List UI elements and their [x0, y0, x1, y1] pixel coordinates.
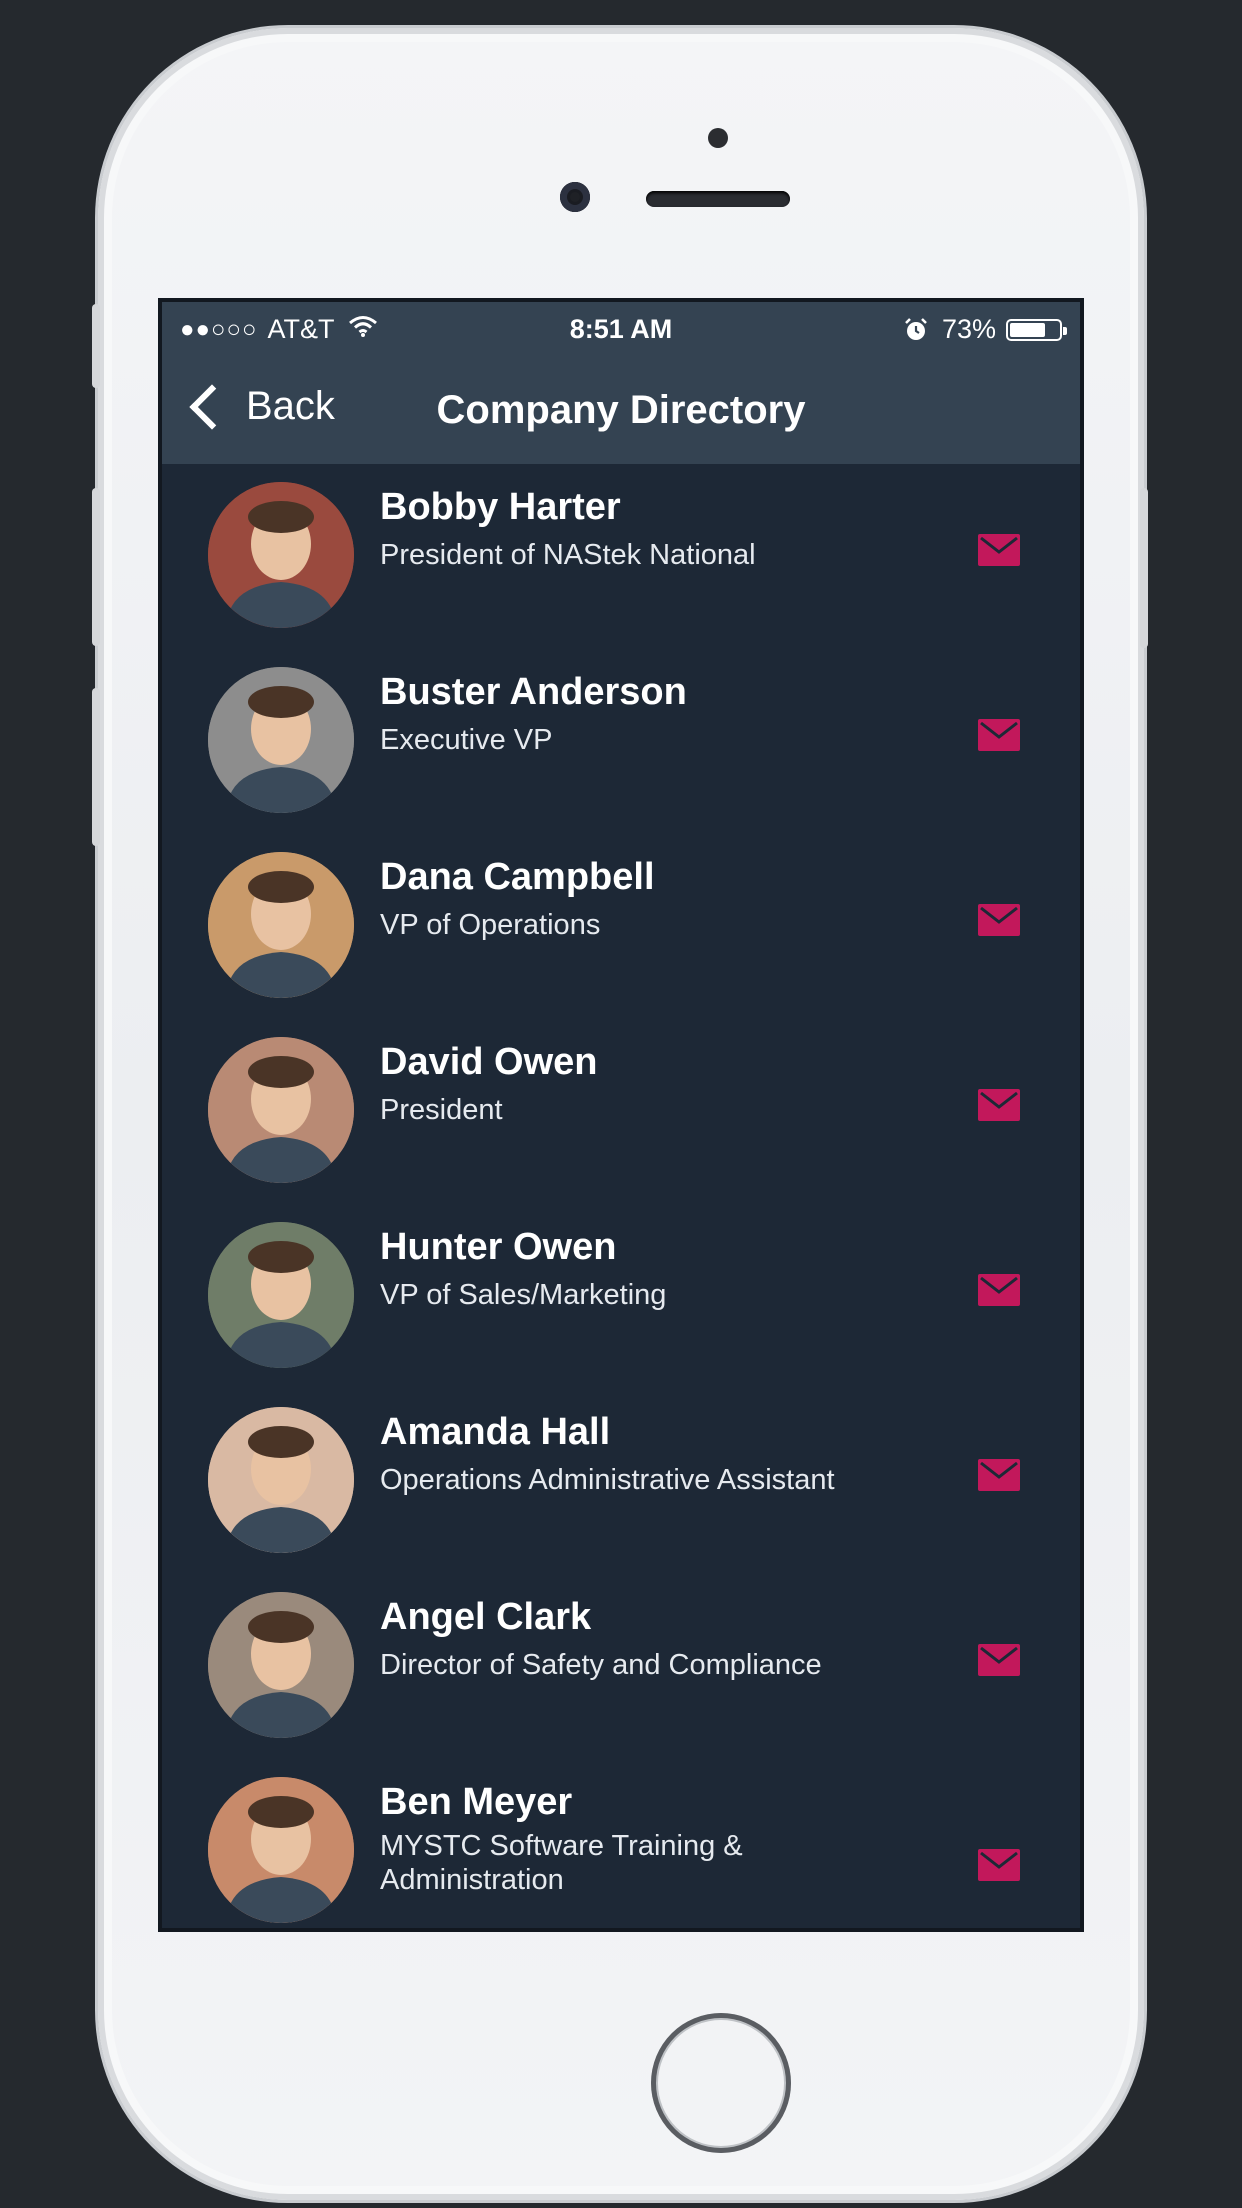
envelope-icon[interactable]: [978, 534, 1020, 566]
envelope-icon[interactable]: [978, 719, 1020, 751]
front-camera: [560, 182, 590, 212]
battery-percent: 73%: [941, 314, 996, 344]
contact-row[interactable]: Hunter Owen VP of Sales/Marketing: [162, 1204, 1080, 1389]
volume-up-button: [92, 488, 100, 646]
contact-title: VP of Operations: [380, 909, 601, 941]
avatar: [208, 1777, 354, 1923]
contact-title: Director of Safety and Compliance: [380, 1649, 822, 1681]
avatar: [208, 667, 354, 813]
avatar: [208, 852, 354, 998]
contact-list: Bobby Harter President of NAStek Nationa…: [162, 464, 1080, 1928]
proximity-sensor: [708, 128, 728, 148]
contact-row[interactable]: Angel Clark Director of Safety and Compl…: [162, 1574, 1080, 1759]
volume-down-button: [92, 688, 100, 846]
contact-row[interactable]: Buster Anderson Executive VP: [162, 649, 1080, 834]
avatar: [208, 482, 354, 628]
avatar: [208, 1222, 354, 1368]
battery-icon: [1006, 318, 1067, 341]
contact-name: Amanda Hall: [380, 1411, 611, 1453]
contact-name: Hunter Owen: [380, 1226, 617, 1268]
status-bar: ●●○○○ AT&T 8:51 AM 73%: [162, 302, 1080, 358]
contact-name: Dana Campbell: [380, 856, 655, 898]
contact-title: VP of Sales/Marketing: [380, 1279, 667, 1311]
avatar: [208, 1407, 354, 1553]
contact-row[interactable]: Bobby Harter President of NAStek Nationa…: [162, 464, 1080, 649]
page-title: Company Directory: [436, 388, 806, 432]
contact-title: President of NAStek National: [380, 539, 756, 571]
contact-name: Angel Clark: [380, 1596, 592, 1638]
contact-row[interactable]: Dana Campbell VP of Operations: [162, 834, 1080, 1019]
earpiece-speaker: [646, 191, 790, 207]
contact-row[interactable]: Amanda Hall Operations Administrative As…: [162, 1389, 1080, 1574]
contact-name: Ben Meyer: [380, 1781, 573, 1823]
contact-title: President: [380, 1094, 503, 1126]
avatar: [208, 1592, 354, 1738]
contact-name: Buster Anderson: [380, 671, 687, 713]
contact-title: MYSTC Software Training & Administration: [380, 1830, 743, 1896]
envelope-icon[interactable]: [978, 1459, 1020, 1491]
envelope-icon[interactable]: [978, 904, 1020, 936]
power-button: [1140, 488, 1148, 648]
contact-name: David Owen: [380, 1041, 598, 1083]
contact-row[interactable]: David Owen President: [162, 1019, 1080, 1204]
envelope-icon[interactable]: [978, 1849, 1020, 1881]
contact-title: Operations Administrative Assistant: [380, 1464, 835, 1496]
contact-row[interactable]: Ben Meyer MYSTC Software Training & Admi…: [162, 1759, 1080, 1928]
home-button[interactable]: [651, 2013, 791, 2153]
envelope-icon[interactable]: [978, 1274, 1020, 1306]
alarm-icon: [904, 317, 928, 342]
contact-title: Executive VP: [380, 724, 553, 756]
avatar: [208, 1037, 354, 1183]
envelope-icon[interactable]: [978, 1644, 1020, 1676]
envelope-icon[interactable]: [978, 1089, 1020, 1121]
navigation-bar: Back Company Directory: [162, 358, 1080, 464]
silent-switch: [92, 304, 100, 388]
screen: ●●○○○ AT&T 8:51 AM 73% Back Company Dire…: [162, 302, 1080, 1928]
contact-name: Bobby Harter: [380, 486, 621, 528]
